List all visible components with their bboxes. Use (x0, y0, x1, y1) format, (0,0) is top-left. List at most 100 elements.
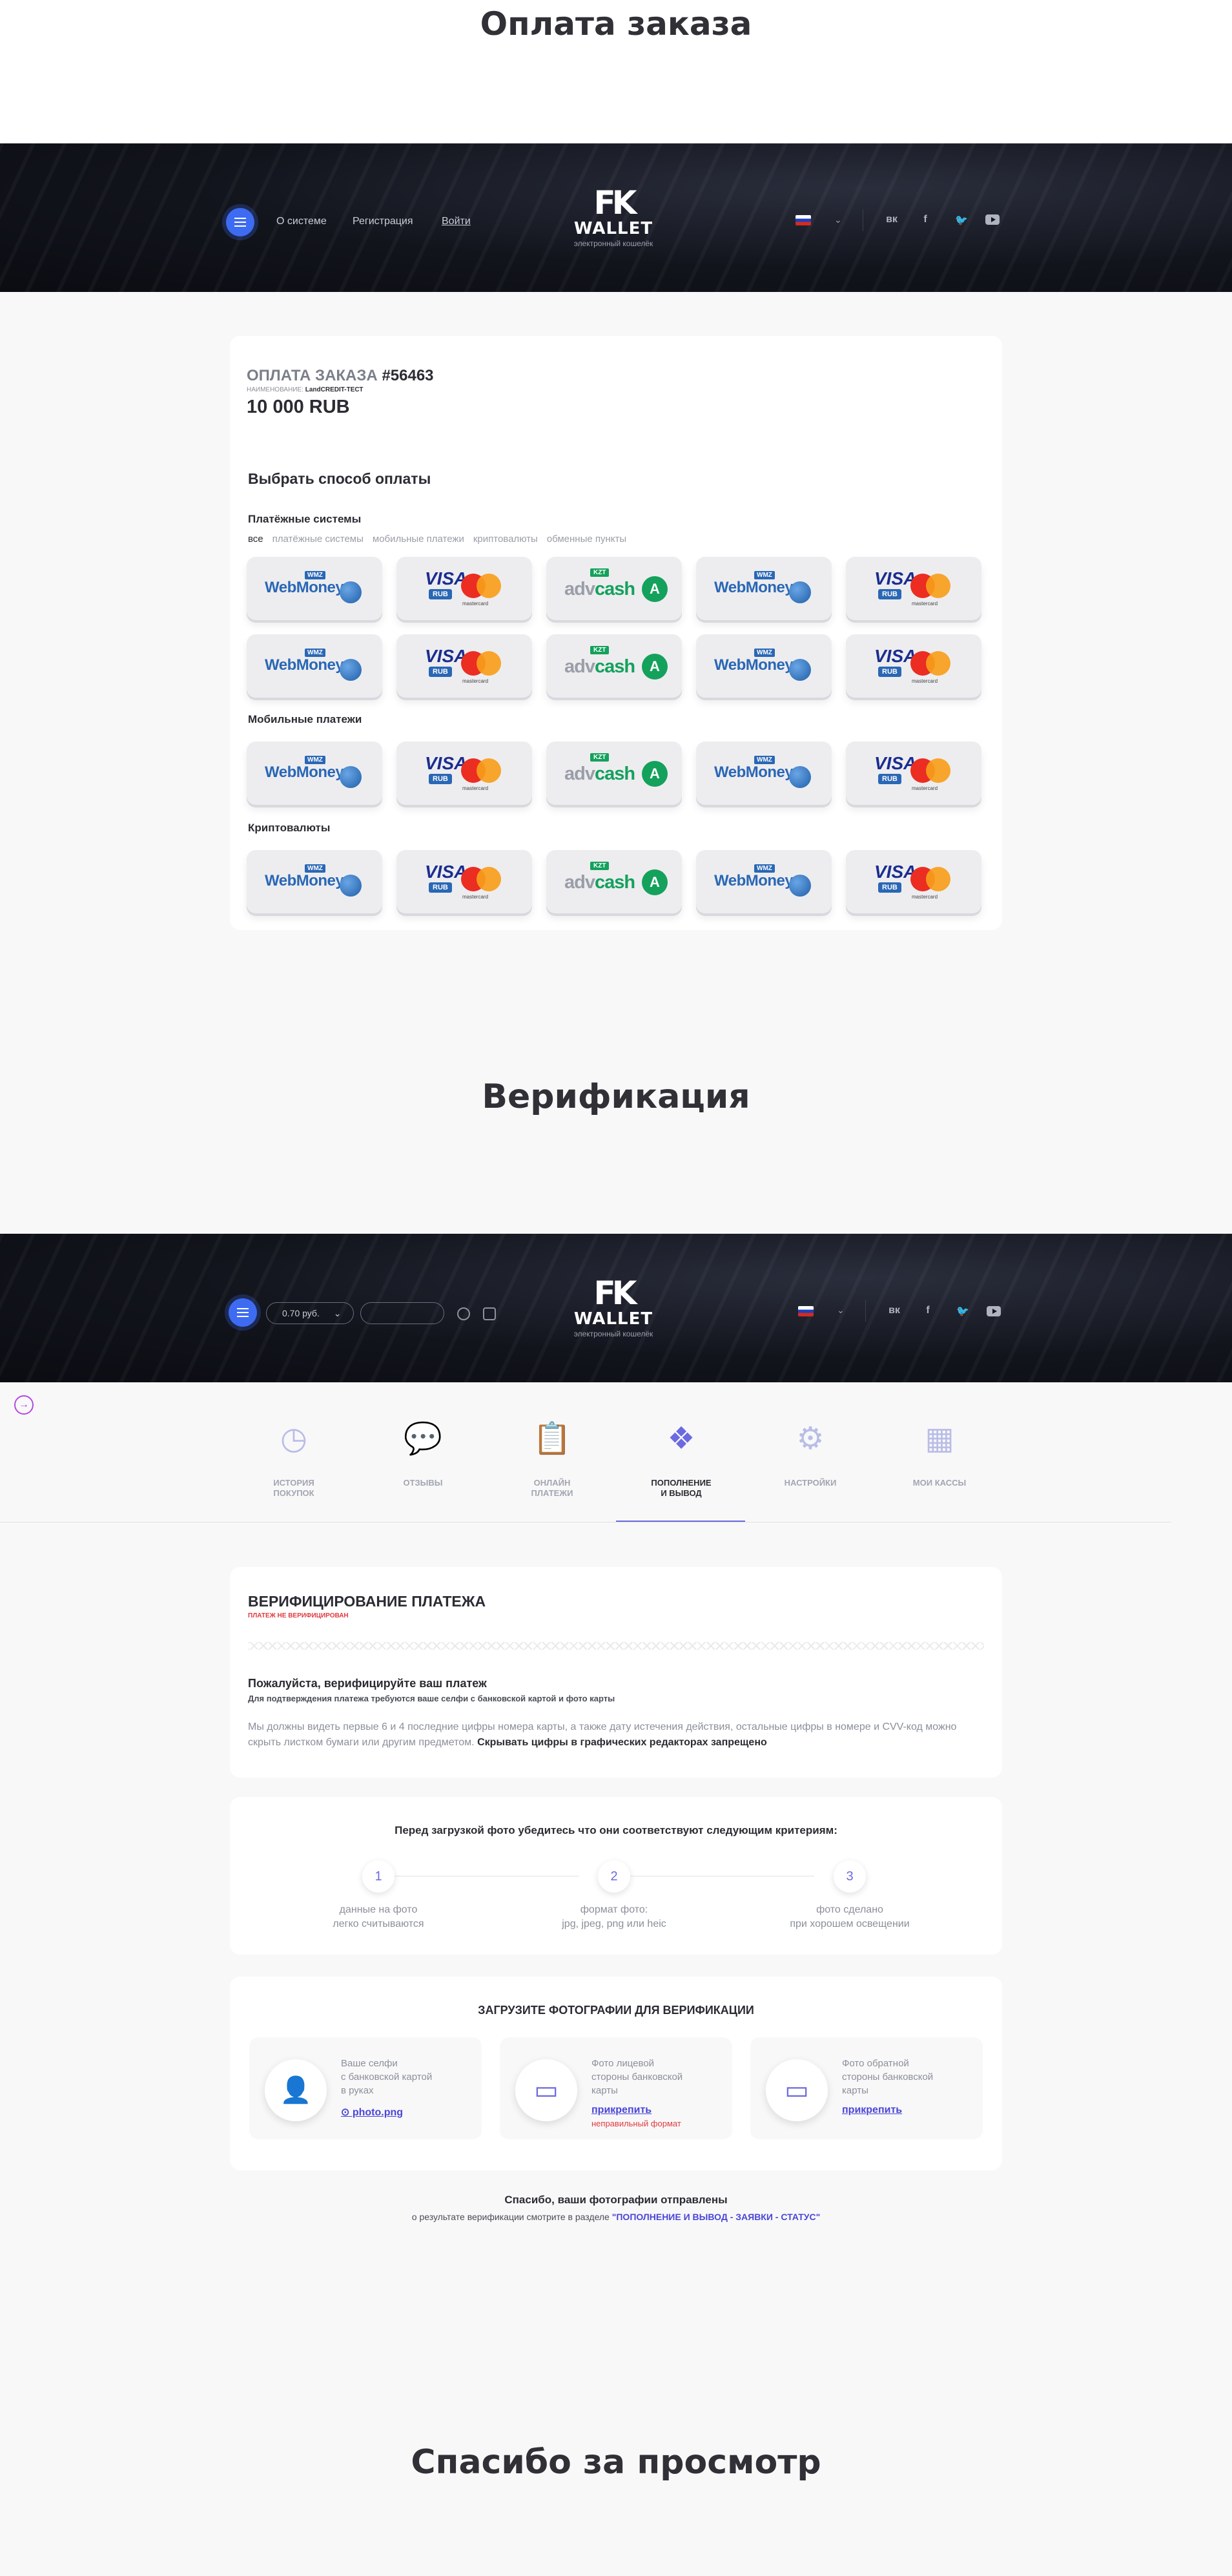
payment-method-visa-mastercard[interactable]: VISA RUB mastercard (396, 850, 532, 913)
tab-0[interactable]: ИСТОРИЯ ПОКУПОК (245, 1478, 342, 1499)
wallet-logo[interactable]: FK WALLET электронный кошелёк (555, 1276, 672, 1338)
youtube-icon[interactable] (987, 1306, 1001, 1316)
webmoney-logo: WebMoney (714, 763, 794, 781)
order-card: ОПЛАТА ЗАКАЗА #56463 НАИМЕНОВАНИЕ: LandC… (230, 336, 1002, 930)
youtube-icon[interactable] (985, 214, 1000, 225)
facebook-icon[interactable]: f (919, 1305, 936, 1316)
verification-status: ПЛАТЕЖ НЕ ВЕРИФИЦИРОВАН (248, 1612, 349, 1619)
nav-register-link[interactable]: Регистрация (353, 216, 413, 227)
payment-method-webmoney[interactable]: WMZ WebMoney (696, 634, 832, 698)
facebook-icon[interactable]: f (917, 214, 934, 225)
menu-button[interactable] (229, 1298, 257, 1327)
step-number: 1 (362, 1860, 395, 1893)
logout-icon[interactable] (483, 1307, 496, 1320)
support-icon[interactable] (457, 1307, 470, 1320)
mastercard-label: mastercard (912, 678, 938, 684)
upload-error: неправильный формат (591, 2119, 681, 2128)
upload-attach-link[interactable]: прикрепить (842, 2104, 902, 2116)
payment-method-visa-mastercard[interactable]: VISA RUB mastercard (846, 850, 981, 913)
rub-badge: RUB (429, 774, 452, 784)
mastercard-label: mastercard (912, 894, 938, 900)
tab-2[interactable]: ОНЛАЙН ПЛАТЕЖИ (504, 1478, 601, 1499)
mastercard-icon (926, 758, 950, 783)
step-text: формат фото: jpg, jpeg, png или heic (562, 1904, 666, 1929)
rub-badge: RUB (429, 667, 452, 677)
filter-all[interactable]: все (248, 534, 263, 545)
upload-attach-link[interactable]: ⊙ photo.png (341, 2106, 403, 2119)
logo-subtitle: электронный кошелёк (573, 239, 653, 248)
tab-1[interactable]: ОТЗЫВЫ (375, 1478, 471, 1488)
step-number: 2 (598, 1860, 630, 1893)
nav-login-link[interactable]: Войти (442, 216, 471, 227)
twitter-icon[interactable]: 🐦 (953, 214, 970, 227)
payment-method-webmoney[interactable]: WMZ WebMoney (247, 742, 382, 805)
twitter-icon[interactable]: 🐦 (954, 1305, 971, 1318)
logo-word: WALLET (573, 1309, 653, 1329)
tab-5[interactable]: МОИ КАССЫ (891, 1478, 988, 1488)
payment-method-visa-mastercard[interactable]: VISA RUB mastercard (846, 742, 981, 805)
mastercard-label: mastercard (912, 785, 938, 791)
verification-subheading: Для подтверждения платежа требуются ваше… (248, 1694, 615, 1703)
method-filters: все платёжные системы мобильные платежи кри… (248, 534, 635, 545)
payment-method-webmoney[interactable]: WMZ WebMoney (696, 850, 832, 913)
payment-method-webmoney[interactable]: WMZ WebMoney (247, 557, 382, 620)
header-search-field[interactable] (360, 1302, 444, 1324)
payment-method-webmoney[interactable]: WMZ WebMoney (247, 634, 382, 698)
upload-attach-link[interactable]: прикрепить (591, 2104, 652, 2116)
header-divider (865, 1300, 866, 1322)
filter-payment-systems[interactable]: платёжные системы (272, 534, 364, 545)
chevron-down-icon[interactable]: ⌄ (834, 214, 842, 225)
payment-method-visa-mastercard[interactable]: VISA RUB mastercard (846, 557, 981, 620)
advcash-icon: A (642, 654, 668, 680)
chevron-down-icon[interactable]: ⌄ (837, 1305, 845, 1316)
payment-method-advcash[interactable]: KZT advcash A (546, 850, 682, 913)
payment-method-visa-mastercard[interactable]: VISA RUB mastercard (396, 634, 532, 698)
rub-badge: RUB (878, 882, 901, 893)
gear-icon: ⚙ (796, 1422, 825, 1456)
upload-label: Ваше селфи с банковской картой в руках (341, 2058, 433, 2096)
payment-method-advcash[interactable]: KZT advcash A (546, 634, 682, 698)
rub-badge: RUB (878, 667, 901, 677)
thanks-text: о результате верификации смотрите в разд… (411, 2212, 821, 2222)
nav-about-link[interactable]: О системе (276, 216, 327, 227)
mastercard-label: mastercard (462, 601, 489, 607)
filter-mobile[interactable]: мобильные платежи (373, 534, 464, 545)
payment-method-webmoney[interactable]: WMZ WebMoney (696, 742, 832, 805)
upload-label: Фото лицевой стороны банковской карты (591, 2058, 683, 2096)
filter-exchangers[interactable]: обменные пункты (547, 534, 626, 545)
rub-badge: RUB (878, 589, 901, 599)
tab-4[interactable]: НАСТРОЙКИ (762, 1478, 859, 1488)
chat-icon: 💬 (404, 1422, 442, 1456)
kzt-badge: KZT (590, 862, 610, 870)
choose-method-title: Выбрать способ оплаты (248, 470, 431, 487)
vk-icon[interactable]: вк (886, 1305, 903, 1316)
kzt-badge: KZT (590, 753, 610, 762)
step-number: 3 (834, 1860, 866, 1893)
wallet-logo[interactable]: FK WALLET электронный кошелёк (555, 186, 672, 248)
upload-slot[interactable]: 👤 Ваше селфи с банковской картой в руках ⊙ p… (249, 2037, 482, 2139)
webmoney-logo: WebMoney (265, 579, 344, 596)
payment-method-advcash[interactable]: KZT advcash A (546, 557, 682, 620)
kzt-badge: KZT (590, 646, 610, 654)
status-link[interactable]: "ПОПОЛНЕНИЕ И ВЫВОД - ЗАЯВКИ - СТАТУС" (612, 2212, 820, 2222)
tab-3[interactable]: ПОПОЛНЕНИЕ И ВЫВОД (633, 1478, 730, 1499)
russian-flag-icon[interactable] (796, 215, 811, 225)
payment-method-advcash[interactable]: KZT advcash A (546, 742, 682, 805)
rub-badge: RUB (429, 882, 452, 893)
upload-slot[interactable]: ▭ Фото лицевой стороны банковской карты прик… (500, 2037, 732, 2139)
payment-method-visa-mastercard[interactable]: VISA RUB mastercard (396, 742, 532, 805)
payment-method-visa-mastercard[interactable]: VISA RUB mastercard (846, 634, 981, 698)
filter-crypto[interactable]: криптовалюты (473, 534, 538, 545)
upload-label: Фото обратной стороны банковской карты (842, 2058, 934, 2096)
menu-button[interactable] (226, 208, 254, 236)
webmoney-logo: WebMoney (714, 656, 794, 674)
exchange-icon: ❖ (667, 1422, 695, 1456)
balance-dropdown[interactable]: 0.70 руб. ⌄ (266, 1302, 354, 1324)
russian-flag-icon[interactable] (798, 1306, 814, 1316)
upload-slot[interactable]: ▭ Фото обратной стороны банковской карты при… (750, 2037, 983, 2139)
vk-icon[interactable]: вк (883, 214, 900, 225)
payment-method-webmoney[interactable]: WMZ WebMoney (696, 557, 832, 620)
order-title: ОПЛАТА ЗАКАЗА #56463 (247, 367, 434, 384)
payment-method-webmoney[interactable]: WMZ WebMoney (247, 850, 382, 913)
payment-method-visa-mastercard[interactable]: VISA RUB mastercard (396, 557, 532, 620)
